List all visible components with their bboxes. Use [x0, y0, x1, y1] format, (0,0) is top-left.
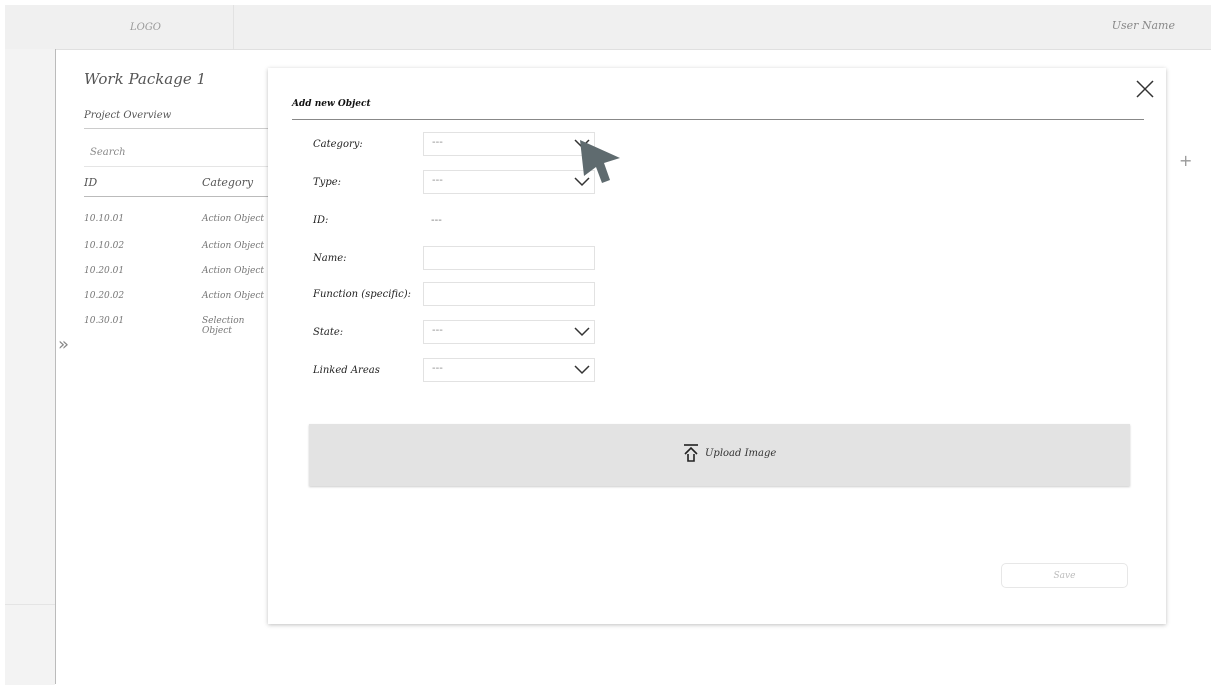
divider	[84, 166, 269, 167]
rail-divider	[55, 49, 64, 684]
save-button[interactable]: Save	[1001, 563, 1128, 588]
state-value: ---	[432, 325, 443, 336]
column-header-category[interactable]: Category	[202, 176, 253, 189]
project-overview-label[interactable]: Project Overview	[84, 110, 171, 121]
table-row[interactable]: 10.10.02 Action Object	[84, 241, 269, 261]
category-value: ---	[432, 137, 443, 148]
add-object-modal: Add new Object Category: --- Type: --- I…	[268, 68, 1166, 624]
linked-areas-value: ---	[432, 363, 443, 374]
left-rail-footer	[5, 604, 55, 685]
linked-areas-label: Linked Areas	[313, 365, 380, 376]
divider	[84, 128, 269, 129]
type-select[interactable]: ---	[423, 170, 595, 194]
upload-content: Upload Image	[683, 444, 776, 462]
column-header-id[interactable]: ID	[84, 176, 97, 189]
row-category: Action Object	[202, 214, 265, 224]
id-label: ID:	[313, 215, 329, 226]
table-row[interactable]: 10.30.01 Selection Object	[84, 316, 269, 336]
divider	[292, 119, 1144, 120]
category-label: Category:	[313, 139, 363, 150]
divider	[84, 196, 269, 197]
row-id: 10.30.01	[84, 316, 125, 326]
row-id: 10.20.02	[84, 291, 125, 301]
chevron-down-icon	[574, 327, 590, 337]
plus-icon[interactable]: +	[1179, 151, 1192, 170]
upload-label: Upload Image	[705, 447, 777, 459]
type-value: ---	[432, 175, 443, 186]
left-rail	[5, 49, 55, 684]
search-input[interactable]: Search	[90, 147, 126, 158]
row-id: 10.10.02	[84, 241, 125, 251]
state-label: State:	[313, 327, 344, 338]
id-value: ---	[431, 215, 442, 226]
row-category: Action Object	[202, 241, 265, 251]
function-label: Function (specific):	[313, 289, 411, 300]
work-package-title: Work Package 1	[84, 70, 207, 88]
chevron-down-icon	[574, 365, 590, 375]
table-row[interactable]: 10.20.02 Action Object	[84, 291, 269, 311]
linked-areas-select[interactable]: ---	[423, 358, 595, 382]
type-label: Type:	[313, 177, 342, 188]
table-row[interactable]: 10.20.01 Action Object	[84, 266, 269, 286]
upload-icon	[684, 444, 698, 462]
row-category: Action Object	[202, 266, 265, 276]
function-field[interactable]	[423, 282, 595, 306]
top-bar: LOGO User Name	[5, 5, 1211, 50]
name-field[interactable]	[423, 246, 595, 270]
name-label: Name:	[313, 253, 347, 264]
state-select[interactable]: ---	[423, 320, 595, 344]
upload-image-button[interactable]: Upload Image	[309, 424, 1130, 486]
mouse-pointer-icon	[580, 140, 620, 183]
user-name[interactable]: User Name	[1112, 19, 1175, 32]
table-row[interactable]: 10.10.01 Action Object	[84, 214, 269, 234]
double-chevron-right-icon[interactable]: »	[58, 334, 69, 355]
modal-title: Add new Object	[292, 99, 371, 109]
close-icon[interactable]	[1134, 78, 1156, 100]
logo: LOGO	[58, 5, 234, 49]
category-select[interactable]: ---	[423, 132, 595, 156]
row-category: Action Object	[202, 291, 265, 301]
row-id: 10.20.01	[84, 266, 125, 276]
row-category: Selection Object	[202, 316, 245, 336]
row-id: 10.10.01	[84, 214, 125, 224]
